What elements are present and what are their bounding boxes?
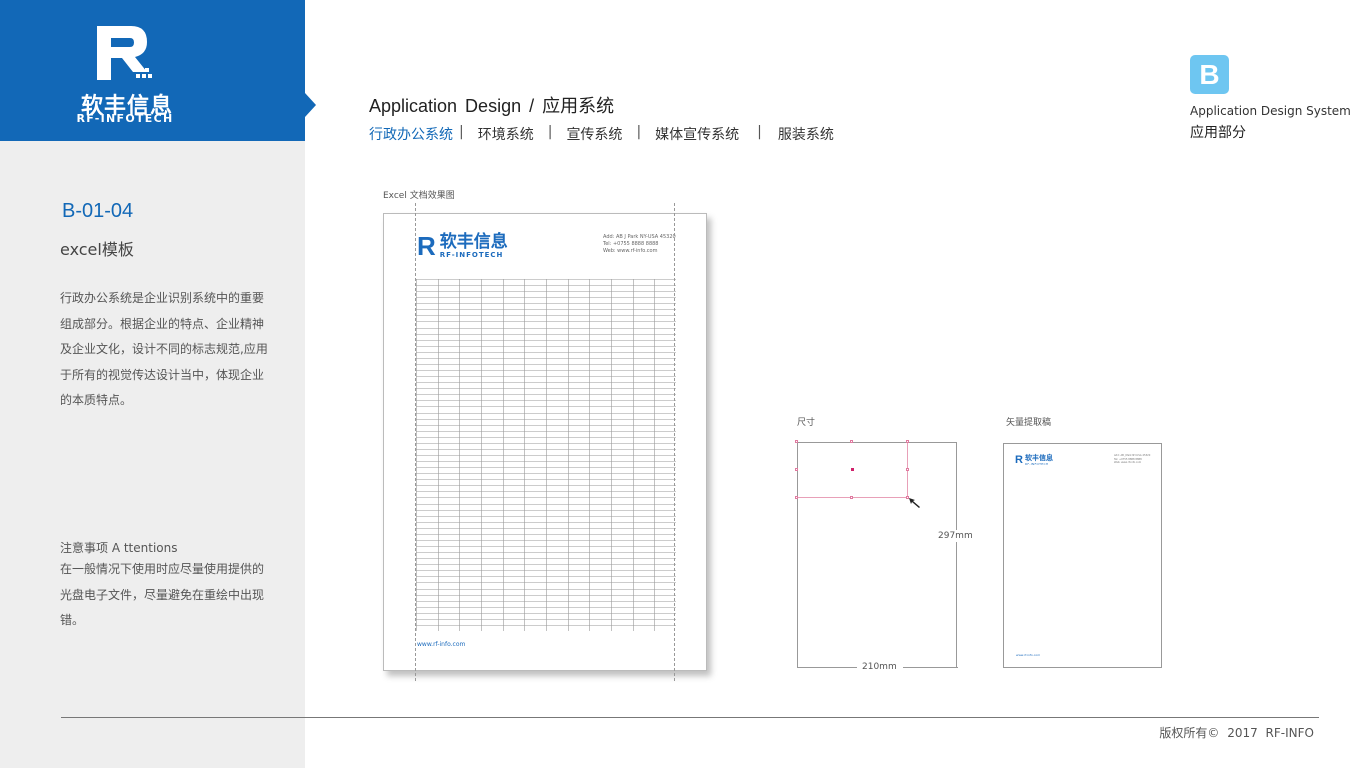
- vector-contact: Add: AB J Park NY-USA 45320 Tel: +0755 8…: [1114, 454, 1150, 465]
- selection-handle[interactable]: [795, 496, 798, 499]
- sheet-logo: R 软丰信息 RF-INFOTECH: [417, 231, 508, 262]
- section-code: B-01-04: [62, 200, 134, 222]
- category-nav: 行政办公系统 | 环境系统 | 宣传系统 | 媒体宣传系统 | 服装系统: [369, 124, 834, 144]
- selection-center-point: [851, 468, 854, 471]
- nav-item-media-promotion[interactable]: 媒体宣传系统: [655, 124, 739, 144]
- sheet-contact-address: Add: AB J Park NY-USA 45320: [603, 234, 676, 240]
- vector-logo: R 软丰信息 RF-INFOTECH: [1015, 454, 1053, 466]
- vector-logo-cn: 软丰信息: [1024, 453, 1053, 462]
- nav-separator: |: [636, 124, 642, 140]
- preview-label: Excel 文档效果图: [383, 191, 455, 201]
- logo-name-en: RF-INFOTECH: [76, 112, 174, 125]
- attention-title: 注意事项 A ttentions: [60, 541, 178, 555]
- selection-handle[interactable]: [850, 440, 853, 443]
- section-badge-title-cn: 应用部分: [1190, 125, 1246, 141]
- vector-logo-r-icon: R: [1015, 454, 1023, 466]
- footer-divider: [61, 717, 1319, 718]
- section-description: 行政办公系统是企业识别系统中的重要组成部分。根据企业的特点、企业精神及企业文化，…: [60, 291, 268, 407]
- copyright: 版权所有© 2017 RF-INFO: [1159, 726, 1314, 740]
- sheet-logo-r-icon: R: [417, 231, 436, 261]
- sheet-logo-cn: 软丰信息: [439, 232, 508, 252]
- vector-contact-address: Add: AB J Park NY-USA 45320: [1114, 454, 1151, 457]
- dimensions-label: 尺寸: [797, 418, 816, 428]
- sheet-contact: Add: AB J Park NY-USA 45320 Tel: +0755 8…: [603, 234, 676, 255]
- brand-block: 软丰信息 RF-INFOTECH: [0, 0, 305, 141]
- margin-guide-right: [674, 203, 675, 681]
- dimension-line-right: [903, 667, 958, 668]
- selection-handle[interactable]: [906, 468, 909, 471]
- sheet-contact-web: Web: www.rf-info.com: [603, 248, 658, 254]
- selection-handle[interactable]: [850, 496, 853, 499]
- section-badge-title-en: Application Design System: [1190, 104, 1351, 118]
- sheet-logo-en: RF-INFOTECH: [439, 251, 504, 259]
- vector-draft-sheet: R 软丰信息 RF-INFOTECH Add: AB J Park NY-USA…: [1003, 443, 1162, 668]
- nav-separator: |: [459, 124, 464, 140]
- selection-handle[interactable]: [795, 468, 798, 471]
- nav-item-environment[interactable]: 环境系统: [478, 124, 534, 144]
- logo-r-icon: [97, 26, 152, 80]
- nav-separator: |: [757, 124, 762, 140]
- brand-arrow-icon: [305, 93, 316, 117]
- vector-label: 矢量提取稿: [1006, 418, 1052, 428]
- spreadsheet-grid: [416, 279, 676, 631]
- nav-item-apparel[interactable]: 服装系统: [778, 124, 834, 144]
- width-label: 210mm: [862, 662, 897, 672]
- selection-handle[interactable]: [795, 440, 798, 443]
- page-title: Application Design / 应用系统: [369, 96, 615, 116]
- section-badge-icon: B: [1190, 55, 1229, 94]
- excel-preview-sheet: R 软丰信息 RF-INFOTECH Add: AB J Park NY-USA…: [383, 213, 707, 671]
- nav-item-admin-office[interactable]: 行政办公系统: [369, 124, 453, 144]
- dimension-line-left: [797, 667, 857, 668]
- nav-separator: |: [547, 124, 553, 140]
- attention-text: 在一般情况下使用时应尽量使用提供的光盘电子文件，尽量避免在重绘中出现错。: [60, 562, 265, 627]
- height-label: 297mm: [938, 530, 973, 542]
- nav-item-promotion[interactable]: 宣传系统: [566, 124, 622, 144]
- section-subtitle: excel模板: [60, 240, 134, 259]
- vector-logo-en: RF-INFOTECH: [1024, 461, 1049, 466]
- sheet-url: www.rf-info.com: [417, 641, 466, 648]
- sheet-contact-tel: Tel: +0755 8888 8888: [603, 241, 659, 247]
- vector-contact-web: Web: www.rf-info.com: [1114, 461, 1142, 464]
- margin-guide-left: [415, 203, 416, 681]
- vector-url: www.rf-info.com: [1016, 653, 1041, 657]
- cursor-arrow-icon: [909, 498, 920, 508]
- selection-handle[interactable]: [906, 440, 909, 443]
